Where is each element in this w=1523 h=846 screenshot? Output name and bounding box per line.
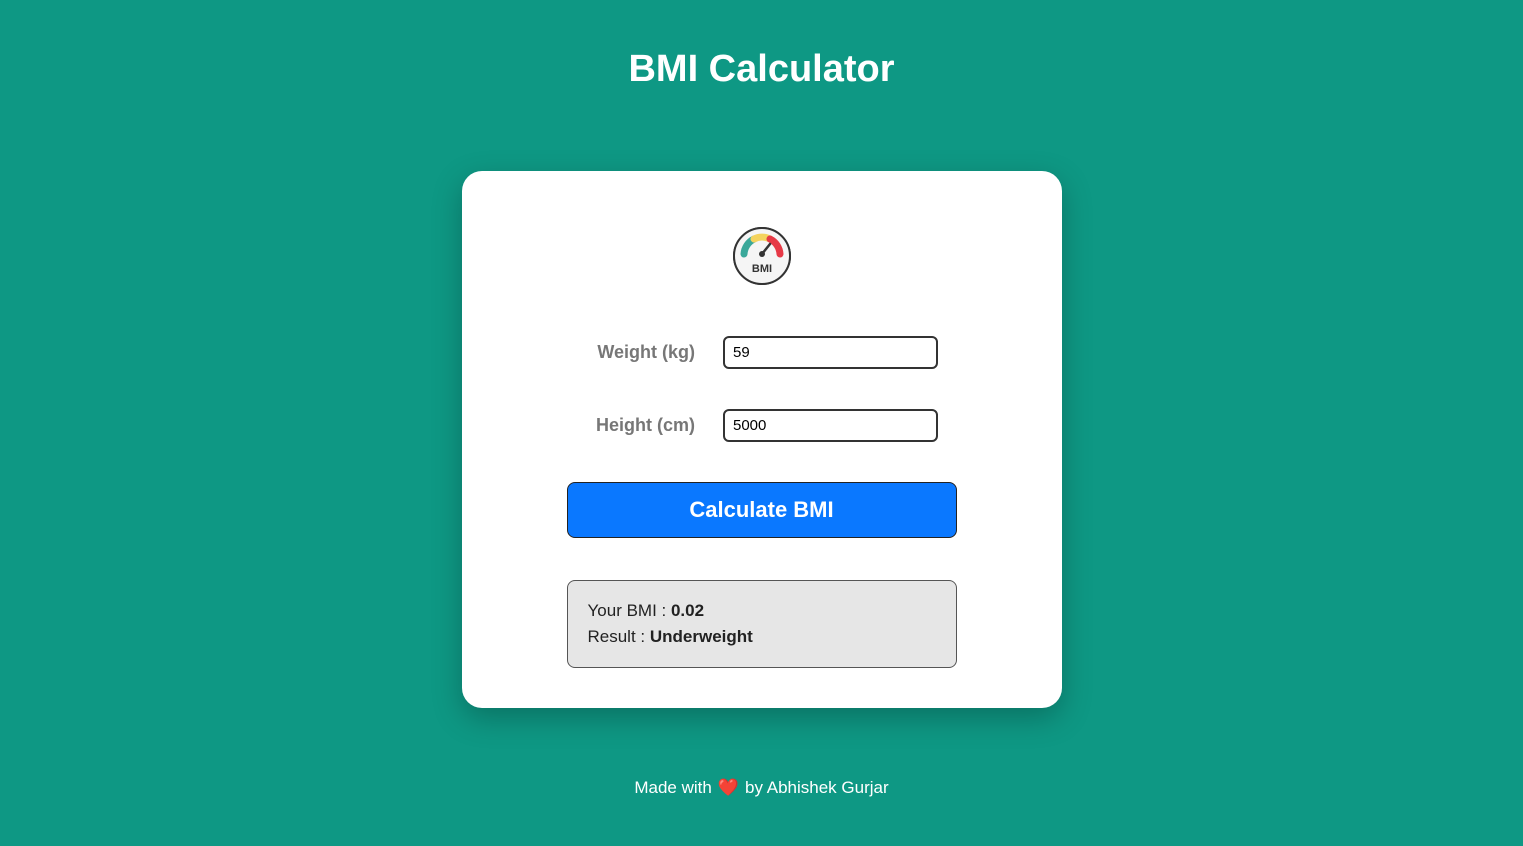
result-label: Result :	[588, 627, 650, 646]
height-input[interactable]	[723, 409, 938, 442]
result-value: Underweight	[650, 627, 753, 646]
result-line: Result : Underweight	[588, 627, 936, 647]
height-row: Height (cm)	[512, 409, 1012, 442]
footer-suffix: by Abhishek Gurjar	[745, 778, 889, 798]
bmi-line: Your BMI : 0.02	[588, 601, 936, 621]
calculate-button[interactable]: Calculate BMI	[567, 482, 957, 538]
bmi-label: Your BMI :	[588, 601, 671, 620]
footer-prefix: Made with	[634, 778, 711, 798]
calculator-card: BMI Weight (kg) Height (cm) Calculate BM…	[462, 171, 1062, 708]
weight-label: Weight (kg)	[585, 342, 695, 363]
heart-icon: ❤️	[718, 778, 739, 798]
svg-text:BMI: BMI	[751, 263, 771, 275]
result-box: Your BMI : 0.02 Result : Underweight	[567, 580, 957, 668]
weight-row: Weight (kg)	[512, 336, 1012, 369]
bmi-value: 0.02	[671, 601, 704, 620]
weight-input[interactable]	[723, 336, 938, 369]
bmi-logo: BMI	[732, 226, 792, 291]
height-label: Height (cm)	[585, 415, 695, 436]
bmi-gauge-icon: BMI	[732, 226, 792, 286]
page-title: BMI Calculator	[628, 48, 894, 91]
footer: Made with ❤️ by Abhishek Gurjar	[634, 778, 888, 798]
